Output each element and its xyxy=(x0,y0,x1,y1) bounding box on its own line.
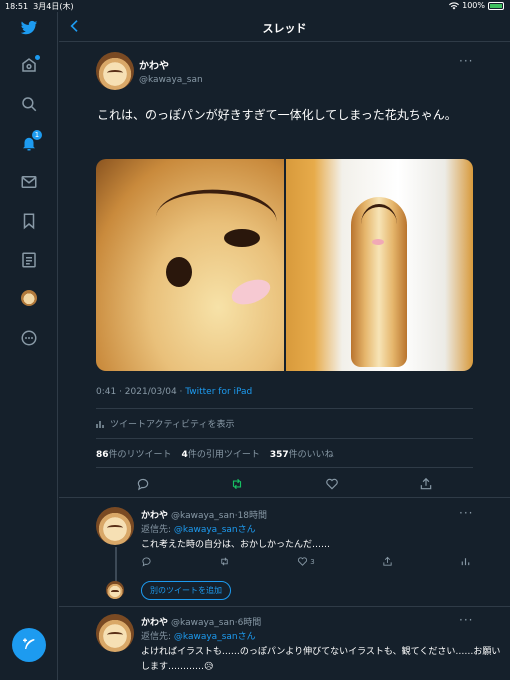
analytics-icon[interactable] xyxy=(460,556,471,567)
photo-noppo-bread[interactable] xyxy=(286,159,473,371)
notification-count-badge: 1 xyxy=(32,130,42,140)
reply-to-link[interactable]: @kawaya_sanさん xyxy=(174,632,256,642)
reply-text: よければイラストも……のっぽパンより伸びてないイラストも、観てください……お願い… xyxy=(141,647,501,672)
retweet-icon[interactable] xyxy=(230,477,244,491)
self-avatar-small xyxy=(106,581,124,599)
reply-avatar[interactable] xyxy=(96,614,134,652)
share-icon[interactable] xyxy=(382,556,393,567)
activity-label: ツイートアクティビティを表示 xyxy=(110,420,235,430)
reply-text: これ考えた時の自分は、おかしかったんだ…… xyxy=(141,540,331,550)
sidebar: 1 xyxy=(0,12,58,680)
thread-header: スレッド xyxy=(59,12,510,42)
home-icon[interactable] xyxy=(19,55,40,75)
tweet-actions xyxy=(96,474,473,494)
bookmark-icon[interactable] xyxy=(19,211,39,231)
feather-plus-icon xyxy=(23,638,35,649)
client-link[interactable]: Twitter for iPad xyxy=(185,387,252,397)
chocolate-hair-line xyxy=(152,180,280,258)
more-circle-icon[interactable] xyxy=(19,328,39,348)
add-another-tweet-button[interactable]: 別のツイートを追加 xyxy=(141,581,231,600)
quote-stat[interactable]: 4件の引用ツイート xyxy=(182,447,260,460)
notifications-bell-icon[interactable]: 1 xyxy=(19,130,42,153)
retweet-stat[interactable]: 86件のリツイート xyxy=(96,447,172,460)
tweet-more-icon[interactable]: ··· xyxy=(459,54,473,68)
reply-avatar[interactable] xyxy=(96,507,134,545)
reply-more-icon[interactable]: ··· xyxy=(459,506,473,520)
author-name: かわや xyxy=(139,61,169,72)
tweet-activity-link[interactable]: ツイートアクティビティを表示 xyxy=(96,417,234,430)
like-heart-icon[interactable] xyxy=(325,477,339,491)
tweet-media xyxy=(96,159,473,371)
tweet-text: これは、のっぽパンが好きすぎて一体化してしまった花丸ちゃん。 xyxy=(97,108,457,122)
reply-actions: 3 xyxy=(141,556,471,567)
status-right: 100% xyxy=(449,1,504,10)
like-heart-icon[interactable] xyxy=(297,556,308,567)
status-time: 18:51 3月4日(木) xyxy=(5,2,74,11)
battery-percent: 100% xyxy=(462,1,485,10)
reply-more-icon[interactable]: ··· xyxy=(459,613,473,627)
thread-connector-line xyxy=(115,547,117,583)
reply-icon[interactable] xyxy=(141,556,152,567)
reply-like[interactable]: 3 xyxy=(297,556,315,567)
bread-face-hair xyxy=(361,204,397,244)
divider xyxy=(59,606,510,607)
divider xyxy=(59,497,510,498)
reply-to-line: 返信先: @kawaya_sanさん xyxy=(141,632,256,642)
author-avatar[interactable] xyxy=(96,52,134,90)
thread-view: スレッド かわや @kawaya_san ··· これは、のっぽパンが好きすぎて… xyxy=(59,12,510,680)
battery-icon xyxy=(488,1,504,10)
reply-header: かわや @kawaya_san·6時間 xyxy=(141,618,262,628)
lists-icon[interactable] xyxy=(19,250,39,270)
reply-to-line: 返信先: @kawaya_sanさん xyxy=(141,525,256,535)
profile-avatar[interactable] xyxy=(21,290,37,306)
reply-header: かわや @kawaya_san·18時間 xyxy=(141,511,268,521)
chocolate-eye-left xyxy=(166,257,192,287)
bread-face-mouth xyxy=(372,239,384,245)
reply-to-link[interactable]: @kawaya_sanさん xyxy=(174,525,256,535)
photo-bun-face-closeup[interactable] xyxy=(96,159,284,371)
bar-chart-icon xyxy=(96,420,104,428)
retweet-icon[interactable] xyxy=(219,556,230,567)
tweet-stats: 86件のリツイート 4件の引用ツイート 357件のいいね xyxy=(96,447,334,460)
divider xyxy=(96,408,473,409)
twitter-logo-icon[interactable] xyxy=(19,18,39,38)
page-title: スレッド xyxy=(262,22,307,35)
reply-like-count: 3 xyxy=(310,557,315,566)
like-stat[interactable]: 357件のいいね xyxy=(270,447,334,460)
divider xyxy=(96,438,473,439)
author-block[interactable]: かわや @kawaya_san xyxy=(139,57,203,85)
author-handle: @kawaya_san xyxy=(139,75,203,85)
divider xyxy=(96,467,473,468)
pink-mouth xyxy=(228,274,274,310)
explore-search-icon[interactable] xyxy=(19,94,39,114)
share-icon[interactable] xyxy=(419,477,433,491)
compose-tweet-button[interactable] xyxy=(12,628,46,662)
messages-envelope-icon[interactable] xyxy=(19,172,39,192)
reply-icon[interactable] xyxy=(136,477,150,491)
chocolate-eye-right xyxy=(224,229,260,247)
wifi-icon xyxy=(449,1,460,9)
status-bar: 18:51 3月4日(木) 100% xyxy=(0,0,510,12)
home-new-dot xyxy=(35,55,40,60)
tweet-timestamp: 0:41 · 2021/03/04 · Twitter for iPad xyxy=(96,387,253,397)
